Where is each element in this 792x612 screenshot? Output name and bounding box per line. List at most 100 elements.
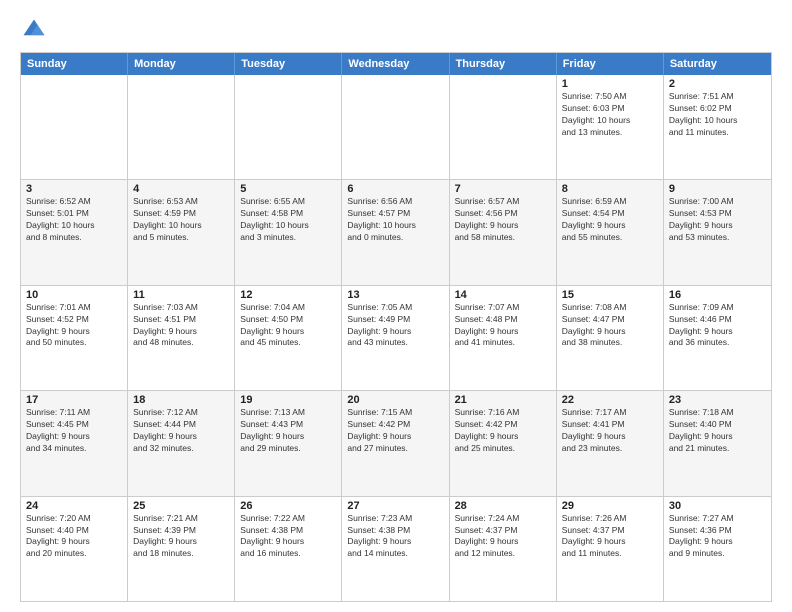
cell-info: Sunrise: 7:20 AM Sunset: 4:40 PM Dayligh… bbox=[26, 513, 122, 561]
cell-info: Sunrise: 7:22 AM Sunset: 4:38 PM Dayligh… bbox=[240, 513, 336, 561]
day-number: 4 bbox=[133, 183, 229, 195]
cal-header-day: Tuesday bbox=[235, 53, 342, 75]
calendar-row: 10Sunrise: 7:01 AM Sunset: 4:52 PM Dayli… bbox=[21, 286, 771, 391]
cell-info: Sunrise: 6:59 AM Sunset: 4:54 PM Dayligh… bbox=[562, 196, 658, 244]
calendar-cell: 29Sunrise: 7:26 AM Sunset: 4:37 PM Dayli… bbox=[557, 497, 664, 601]
cell-info: Sunrise: 7:07 AM Sunset: 4:48 PM Dayligh… bbox=[455, 302, 551, 350]
day-number: 12 bbox=[240, 289, 336, 301]
cell-info: Sunrise: 6:55 AM Sunset: 4:58 PM Dayligh… bbox=[240, 196, 336, 244]
day-number: 29 bbox=[562, 500, 658, 512]
day-number: 19 bbox=[240, 394, 336, 406]
cell-info: Sunrise: 7:26 AM Sunset: 4:37 PM Dayligh… bbox=[562, 513, 658, 561]
day-number: 18 bbox=[133, 394, 229, 406]
calendar-cell: 15Sunrise: 7:08 AM Sunset: 4:47 PM Dayli… bbox=[557, 286, 664, 390]
cell-info: Sunrise: 7:13 AM Sunset: 4:43 PM Dayligh… bbox=[240, 407, 336, 455]
day-number: 22 bbox=[562, 394, 658, 406]
day-number: 10 bbox=[26, 289, 122, 301]
cell-info: Sunrise: 7:00 AM Sunset: 4:53 PM Dayligh… bbox=[669, 196, 766, 244]
cell-info: Sunrise: 7:05 AM Sunset: 4:49 PM Dayligh… bbox=[347, 302, 443, 350]
calendar-cell: 12Sunrise: 7:04 AM Sunset: 4:50 PM Dayli… bbox=[235, 286, 342, 390]
day-number: 15 bbox=[562, 289, 658, 301]
calendar-cell: 14Sunrise: 7:07 AM Sunset: 4:48 PM Dayli… bbox=[450, 286, 557, 390]
calendar-cell bbox=[21, 75, 128, 179]
calendar-cell: 21Sunrise: 7:16 AM Sunset: 4:42 PM Dayli… bbox=[450, 391, 557, 495]
calendar-cell: 24Sunrise: 7:20 AM Sunset: 4:40 PM Dayli… bbox=[21, 497, 128, 601]
cell-info: Sunrise: 7:18 AM Sunset: 4:40 PM Dayligh… bbox=[669, 407, 766, 455]
calendar-cell: 7Sunrise: 6:57 AM Sunset: 4:56 PM Daylig… bbox=[450, 180, 557, 284]
day-number: 1 bbox=[562, 78, 658, 90]
calendar-cell: 16Sunrise: 7:09 AM Sunset: 4:46 PM Dayli… bbox=[664, 286, 771, 390]
cal-header-day: Saturday bbox=[664, 53, 771, 75]
day-number: 14 bbox=[455, 289, 551, 301]
cell-info: Sunrise: 7:04 AM Sunset: 4:50 PM Dayligh… bbox=[240, 302, 336, 350]
calendar-row: 1Sunrise: 7:50 AM Sunset: 6:03 PM Daylig… bbox=[21, 75, 771, 180]
cal-header-day: Thursday bbox=[450, 53, 557, 75]
calendar-cell: 13Sunrise: 7:05 AM Sunset: 4:49 PM Dayli… bbox=[342, 286, 449, 390]
day-number: 13 bbox=[347, 289, 443, 301]
cell-info: Sunrise: 7:12 AM Sunset: 4:44 PM Dayligh… bbox=[133, 407, 229, 455]
cell-info: Sunrise: 7:16 AM Sunset: 4:42 PM Dayligh… bbox=[455, 407, 551, 455]
cell-info: Sunrise: 7:08 AM Sunset: 4:47 PM Dayligh… bbox=[562, 302, 658, 350]
calendar-cell bbox=[450, 75, 557, 179]
cell-info: Sunrise: 7:50 AM Sunset: 6:03 PM Dayligh… bbox=[562, 91, 658, 139]
calendar-row: 3Sunrise: 6:52 AM Sunset: 5:01 PM Daylig… bbox=[21, 180, 771, 285]
calendar-cell bbox=[128, 75, 235, 179]
cal-header-day: Friday bbox=[557, 53, 664, 75]
day-number: 9 bbox=[669, 183, 766, 195]
calendar-cell: 28Sunrise: 7:24 AM Sunset: 4:37 PM Dayli… bbox=[450, 497, 557, 601]
day-number: 28 bbox=[455, 500, 551, 512]
cal-header-day: Monday bbox=[128, 53, 235, 75]
day-number: 17 bbox=[26, 394, 122, 406]
calendar-cell: 3Sunrise: 6:52 AM Sunset: 5:01 PM Daylig… bbox=[21, 180, 128, 284]
day-number: 25 bbox=[133, 500, 229, 512]
cell-info: Sunrise: 7:23 AM Sunset: 4:38 PM Dayligh… bbox=[347, 513, 443, 561]
calendar: SundayMondayTuesdayWednesdayThursdayFrid… bbox=[20, 52, 772, 602]
cell-info: Sunrise: 7:27 AM Sunset: 4:36 PM Dayligh… bbox=[669, 513, 766, 561]
day-number: 23 bbox=[669, 394, 766, 406]
calendar-row: 24Sunrise: 7:20 AM Sunset: 4:40 PM Dayli… bbox=[21, 497, 771, 601]
day-number: 5 bbox=[240, 183, 336, 195]
cell-info: Sunrise: 7:03 AM Sunset: 4:51 PM Dayligh… bbox=[133, 302, 229, 350]
cell-info: Sunrise: 7:51 AM Sunset: 6:02 PM Dayligh… bbox=[669, 91, 766, 139]
calendar-cell: 10Sunrise: 7:01 AM Sunset: 4:52 PM Dayli… bbox=[21, 286, 128, 390]
calendar-cell: 27Sunrise: 7:23 AM Sunset: 4:38 PM Dayli… bbox=[342, 497, 449, 601]
calendar-body: 1Sunrise: 7:50 AM Sunset: 6:03 PM Daylig… bbox=[21, 75, 771, 601]
cal-header-day: Sunday bbox=[21, 53, 128, 75]
calendar-cell: 17Sunrise: 7:11 AM Sunset: 4:45 PM Dayli… bbox=[21, 391, 128, 495]
day-number: 2 bbox=[669, 78, 766, 90]
cell-info: Sunrise: 7:21 AM Sunset: 4:39 PM Dayligh… bbox=[133, 513, 229, 561]
day-number: 26 bbox=[240, 500, 336, 512]
day-number: 20 bbox=[347, 394, 443, 406]
day-number: 8 bbox=[562, 183, 658, 195]
cell-info: Sunrise: 7:24 AM Sunset: 4:37 PM Dayligh… bbox=[455, 513, 551, 561]
calendar-cell: 8Sunrise: 6:59 AM Sunset: 4:54 PM Daylig… bbox=[557, 180, 664, 284]
calendar-cell: 19Sunrise: 7:13 AM Sunset: 4:43 PM Dayli… bbox=[235, 391, 342, 495]
calendar-header: SundayMondayTuesdayWednesdayThursdayFrid… bbox=[21, 53, 771, 75]
cell-info: Sunrise: 6:53 AM Sunset: 4:59 PM Dayligh… bbox=[133, 196, 229, 244]
calendar-cell: 1Sunrise: 7:50 AM Sunset: 6:03 PM Daylig… bbox=[557, 75, 664, 179]
calendar-cell: 6Sunrise: 6:56 AM Sunset: 4:57 PM Daylig… bbox=[342, 180, 449, 284]
calendar-cell bbox=[235, 75, 342, 179]
day-number: 30 bbox=[669, 500, 766, 512]
logo-icon bbox=[20, 16, 48, 44]
calendar-row: 17Sunrise: 7:11 AM Sunset: 4:45 PM Dayli… bbox=[21, 391, 771, 496]
calendar-cell: 5Sunrise: 6:55 AM Sunset: 4:58 PM Daylig… bbox=[235, 180, 342, 284]
day-number: 21 bbox=[455, 394, 551, 406]
calendar-cell: 26Sunrise: 7:22 AM Sunset: 4:38 PM Dayli… bbox=[235, 497, 342, 601]
calendar-cell: 18Sunrise: 7:12 AM Sunset: 4:44 PM Dayli… bbox=[128, 391, 235, 495]
cell-info: Sunrise: 7:11 AM Sunset: 4:45 PM Dayligh… bbox=[26, 407, 122, 455]
calendar-cell: 23Sunrise: 7:18 AM Sunset: 4:40 PM Dayli… bbox=[664, 391, 771, 495]
cell-info: Sunrise: 6:56 AM Sunset: 4:57 PM Dayligh… bbox=[347, 196, 443, 244]
header bbox=[20, 16, 772, 44]
cell-info: Sunrise: 7:01 AM Sunset: 4:52 PM Dayligh… bbox=[26, 302, 122, 350]
calendar-cell: 30Sunrise: 7:27 AM Sunset: 4:36 PM Dayli… bbox=[664, 497, 771, 601]
calendar-cell: 11Sunrise: 7:03 AM Sunset: 4:51 PM Dayli… bbox=[128, 286, 235, 390]
day-number: 7 bbox=[455, 183, 551, 195]
page: SundayMondayTuesdayWednesdayThursdayFrid… bbox=[0, 0, 792, 612]
cell-info: Sunrise: 6:57 AM Sunset: 4:56 PM Dayligh… bbox=[455, 196, 551, 244]
calendar-cell: 9Sunrise: 7:00 AM Sunset: 4:53 PM Daylig… bbox=[664, 180, 771, 284]
calendar-cell: 20Sunrise: 7:15 AM Sunset: 4:42 PM Dayli… bbox=[342, 391, 449, 495]
calendar-cell: 4Sunrise: 6:53 AM Sunset: 4:59 PM Daylig… bbox=[128, 180, 235, 284]
day-number: 16 bbox=[669, 289, 766, 301]
day-number: 24 bbox=[26, 500, 122, 512]
